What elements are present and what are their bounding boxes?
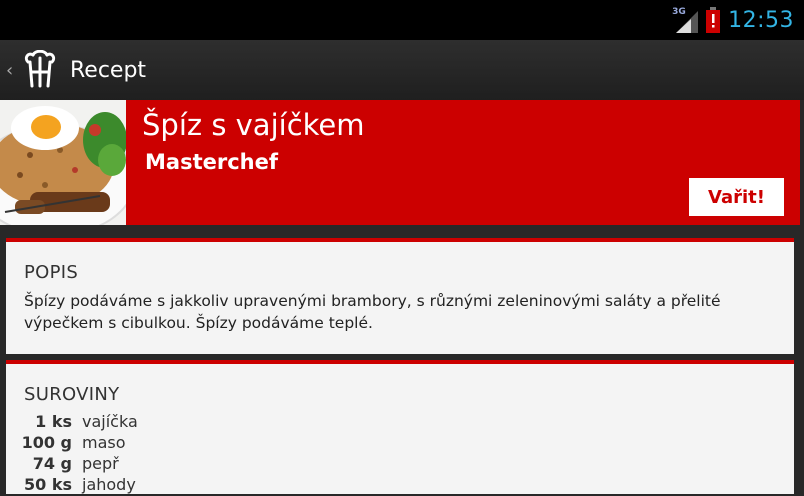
- recipe-title: Špíz s vajíčkem: [142, 108, 365, 142]
- cook-button[interactable]: Vařit!: [689, 178, 784, 216]
- action-bar-title: Recept: [70, 57, 147, 83]
- clock: 12:53: [728, 7, 794, 33]
- action-bar: ‹ Recept: [0, 40, 804, 100]
- battery-icon: [706, 7, 721, 33]
- ingredient-quantity: 50 ks: [24, 475, 72, 494]
- ingredient-quantity: 74 g: [32, 454, 72, 473]
- recipe-photo: [0, 100, 126, 225]
- back-chevron-icon[interactable]: ‹: [6, 60, 18, 81]
- signal-icon: 3G: [672, 7, 699, 33]
- status-icons: 3G 12:53: [672, 0, 794, 40]
- ingredient-name: pepř: [82, 454, 119, 473]
- description-card: POPIS Špízy podáváme s jakkoliv upravený…: [6, 238, 794, 354]
- recipe-author: Masterchef: [145, 150, 278, 174]
- list-item: 1 ks vajíčka: [20, 412, 320, 433]
- ingredient-name: vajíčka: [82, 412, 138, 431]
- ingredient-quantity: 1 ks: [35, 412, 72, 431]
- list-item: 50 ks jahody: [20, 475, 320, 496]
- ingredient-quantity: 100 g: [21, 433, 72, 452]
- list-item: 100 g maso: [20, 433, 320, 454]
- chef-hat-icon[interactable]: [22, 50, 58, 90]
- list-item: 74 g pepř: [20, 454, 320, 475]
- status-bar: 3G 12:53: [0, 0, 804, 40]
- description-text: Špízy podáváme s jakkoliv upravenými bra…: [24, 292, 721, 332]
- ingredient-name: jahody: [82, 475, 136, 494]
- ingredient-name: maso: [82, 433, 126, 452]
- ingredients-heading: SUROVINY: [24, 384, 120, 405]
- recipe-header: Špíz s vajíčkem Masterchef Vařit!: [0, 100, 800, 225]
- ingredients-card: SUROVINY 1 ks vajíčka 100 g maso 74 g pe…: [6, 360, 794, 494]
- description-heading: POPIS: [24, 262, 79, 283]
